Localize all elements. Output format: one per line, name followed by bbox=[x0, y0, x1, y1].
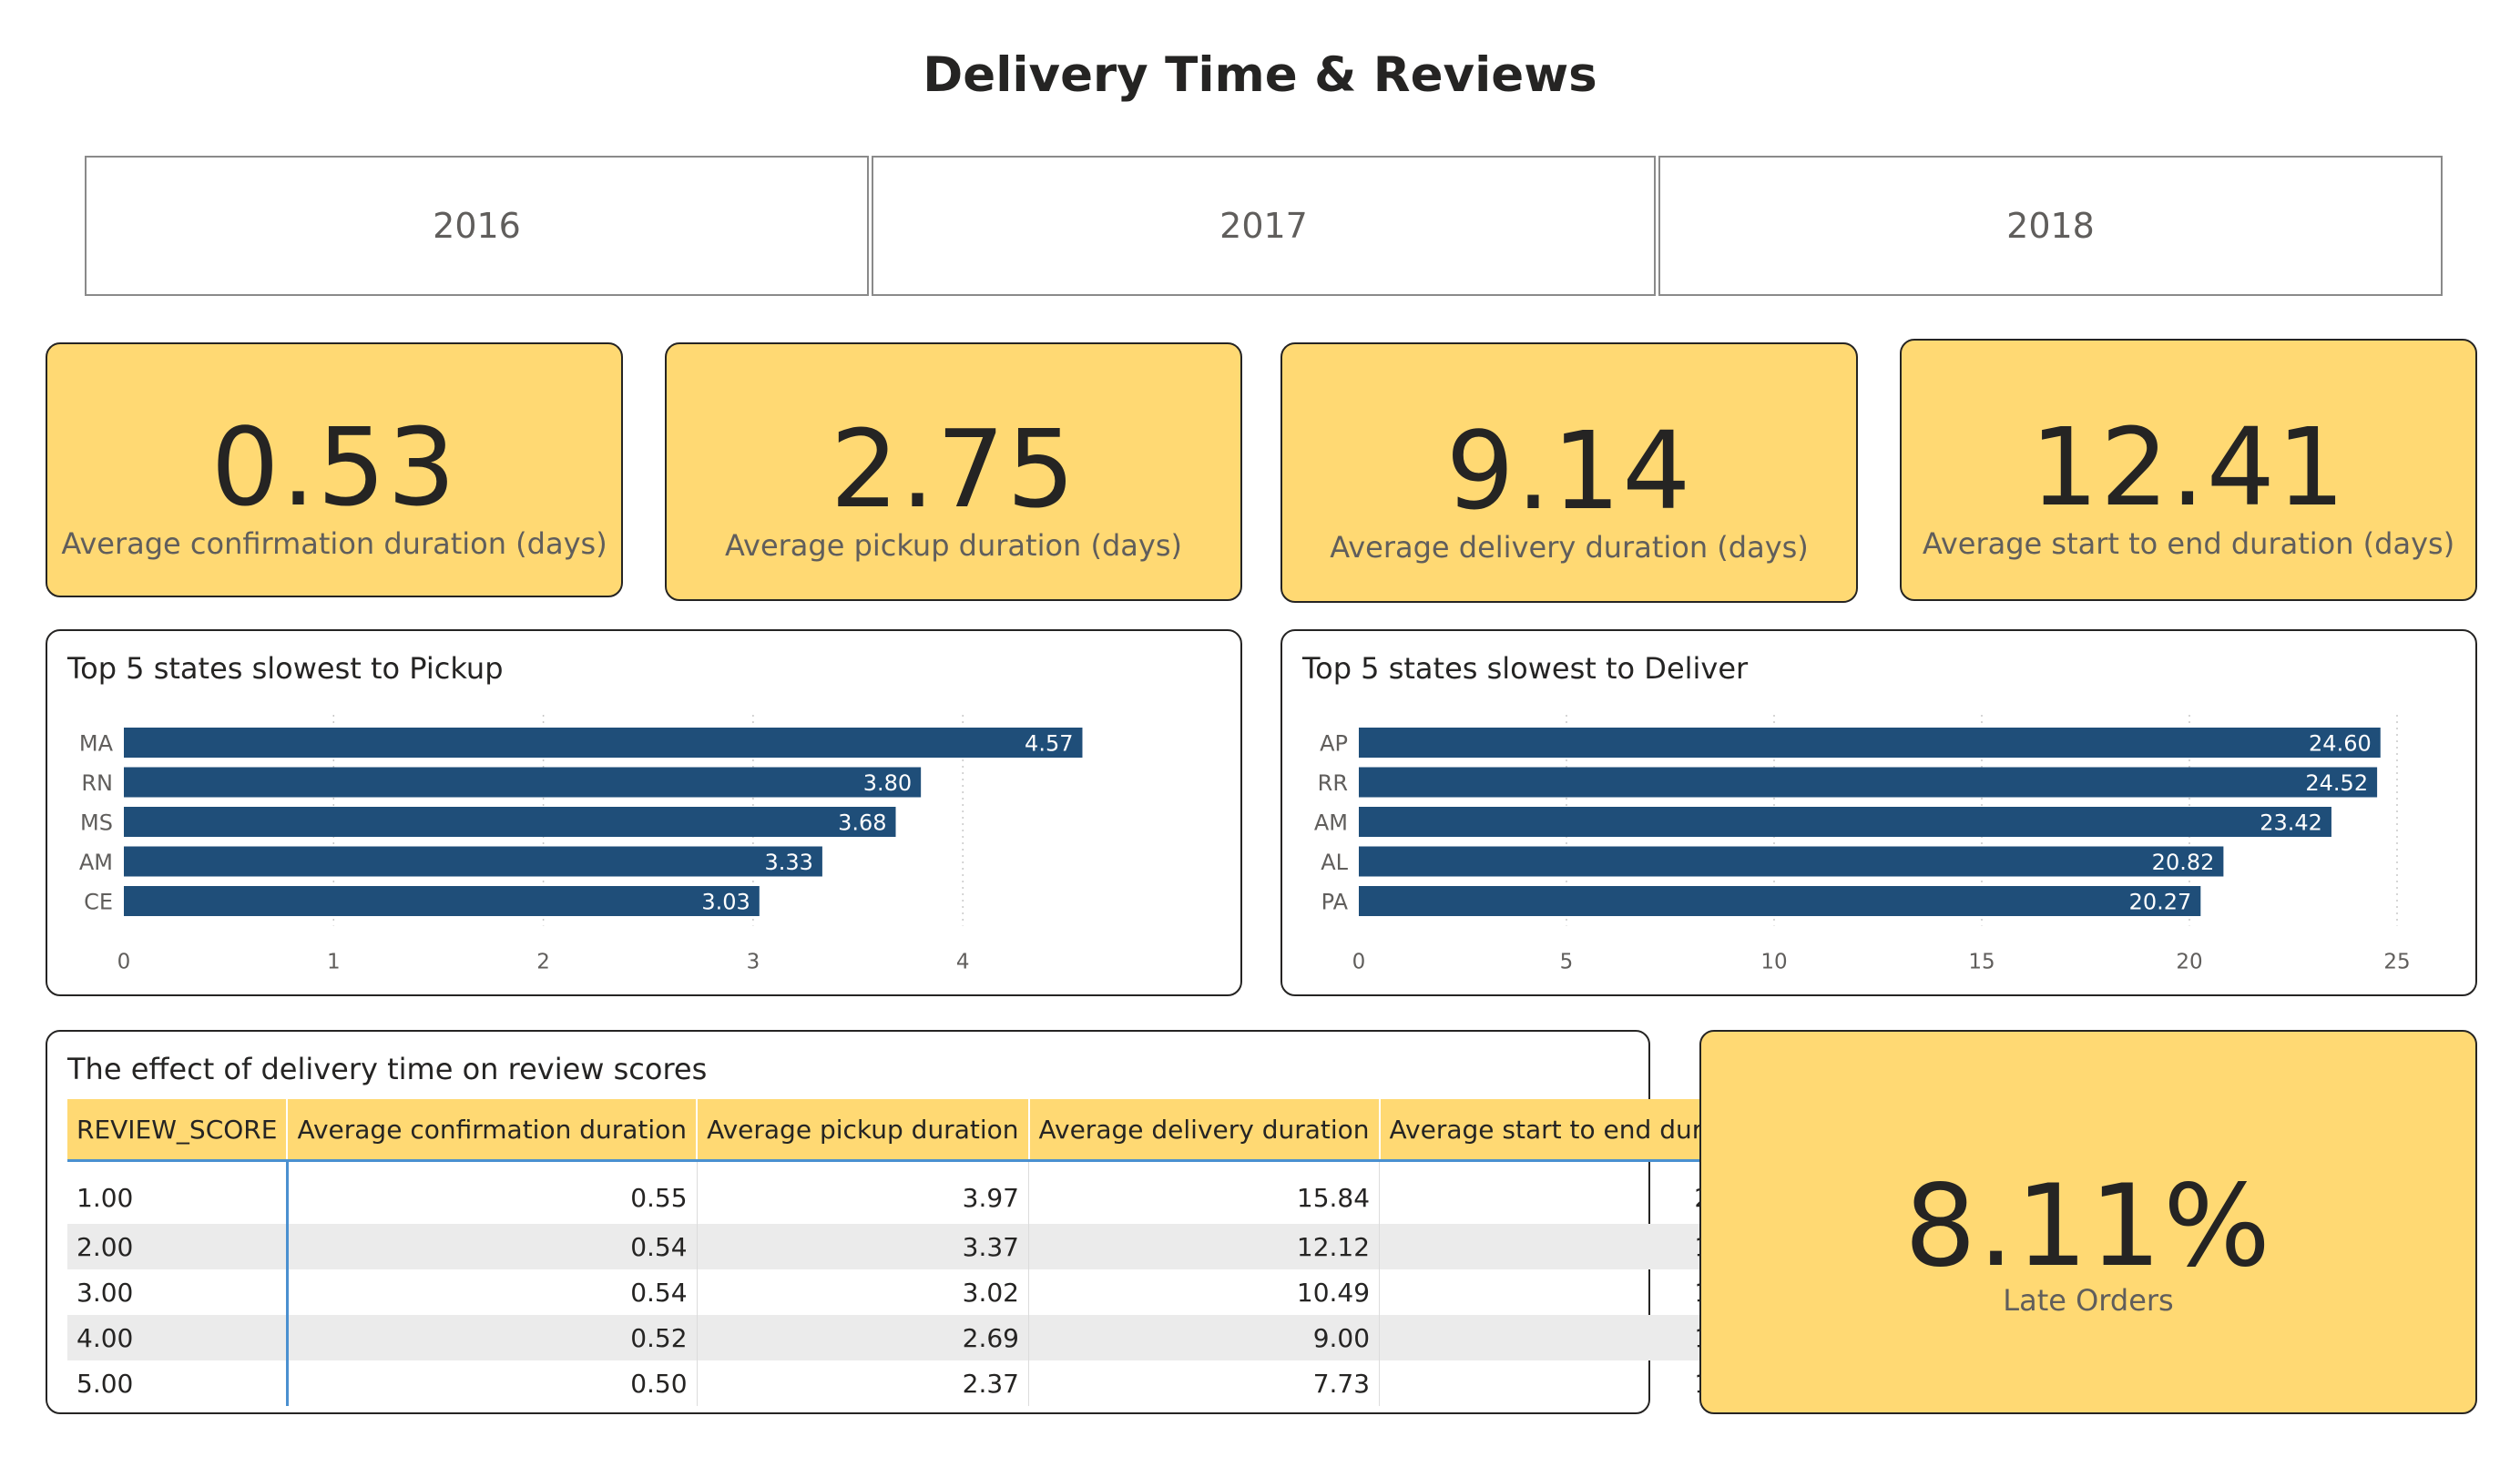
table-cell: 0.50 bbox=[287, 1360, 698, 1406]
column-header[interactable]: Average confirmation duration bbox=[287, 1099, 699, 1162]
category-label: CE bbox=[84, 890, 113, 915]
table-cell: 2.37 bbox=[697, 1360, 1030, 1406]
kpi-label: Average pickup duration (days) bbox=[724, 528, 1182, 563]
table-cell: 3.97 bbox=[697, 1160, 1030, 1224]
data-label: 20.27 bbox=[2129, 890, 2192, 915]
data-label: 23.42 bbox=[2260, 810, 2322, 836]
column-header[interactable]: Average pickup duration bbox=[697, 1099, 1030, 1162]
table-title: The effect of delivery time on review sc… bbox=[67, 1052, 708, 1086]
year-tile-2017[interactable]: 2017 bbox=[872, 156, 1656, 296]
x-tick-label: 15 bbox=[1968, 951, 1995, 974]
kpi-value: 9.14 bbox=[1445, 408, 1693, 534]
column-header[interactable]: Average delivery duration bbox=[1028, 1099, 1381, 1162]
category-label: MS bbox=[80, 810, 113, 836]
kpi-card-pickup: 2.75 Average pickup duration (days) bbox=[665, 342, 1242, 601]
data-label: 3.03 bbox=[701, 890, 750, 915]
x-tick-label: 0 bbox=[1352, 951, 1366, 974]
deliver-bar-chart: AP 24.60 RR 24.52 AM 23.42 AL 20.82 PA 20.27 0 5 10 1… bbox=[1314, 715, 2411, 974]
kpi-value: 0.53 bbox=[210, 404, 458, 530]
review-score-table: REVIEW_SCORE Average confirmation durati… bbox=[67, 1099, 1779, 1406]
x-tick-label: 0 bbox=[117, 951, 131, 974]
kpi-label: Average delivery duration (days) bbox=[1330, 530, 1809, 565]
year-tile-2016[interactable]: 2016 bbox=[85, 156, 869, 296]
table-cell: 0.54 bbox=[287, 1269, 698, 1315]
x-tick-label: 25 bbox=[2383, 951, 2410, 974]
table-cell: 7.73 bbox=[1028, 1360, 1381, 1406]
bar-ms bbox=[124, 807, 896, 837]
data-label: 3.80 bbox=[863, 770, 912, 796]
bar-am bbox=[124, 846, 822, 877]
data-label: 3.68 bbox=[838, 810, 886, 836]
bar-ma bbox=[124, 728, 1083, 758]
table-cell: 2.00 bbox=[67, 1224, 289, 1269]
bar-rr bbox=[1359, 767, 2378, 798]
review-table-panel: The effect of delivery time on review sc… bbox=[46, 1030, 1779, 1414]
table-cell: 12.12 bbox=[1028, 1224, 1381, 1269]
category-label: RR bbox=[1318, 770, 1348, 796]
kpi-value: 2.75 bbox=[830, 406, 1077, 532]
data-label: 20.82 bbox=[2152, 850, 2215, 875]
x-tick-label: 5 bbox=[1560, 951, 1574, 974]
table-cell: 4.00 bbox=[67, 1315, 289, 1360]
kpi-card-confirmation: 0.53 Average confirmation duration (days… bbox=[46, 342, 623, 597]
table-cell: 15.84 bbox=[1028, 1160, 1381, 1224]
kpi-value: 8.11% bbox=[1904, 1161, 2272, 1292]
kpi-card-delivery: 9.14 Average delivery duration (days) bbox=[1280, 342, 1858, 603]
table-cell: 10.49 bbox=[1028, 1269, 1381, 1315]
table-row: 2.00 0.54 3.37 12.12 16.04 bbox=[67, 1224, 1778, 1269]
category-label: MA bbox=[79, 731, 114, 757]
x-tick-label: 3 bbox=[747, 951, 760, 974]
bar-al bbox=[1359, 846, 2224, 877]
pickup-bar-chart: MA 4.57 RN 3.80 MS 3.68 AM 3.33 CE 3.03 0 1 2 3 4 bbox=[79, 715, 1083, 974]
category-label: RN bbox=[81, 770, 113, 796]
table-cell: 1.00 bbox=[67, 1160, 289, 1224]
bar-ce bbox=[124, 886, 760, 916]
category-label: AL bbox=[1321, 850, 1348, 875]
data-label: 3.33 bbox=[764, 850, 812, 875]
bar-pa bbox=[1359, 886, 2201, 916]
category-label: AP bbox=[1320, 731, 1348, 757]
kpi-card-start-to-end: 12.41 Average start to end duration (day… bbox=[1900, 339, 2477, 601]
data-label: 24.52 bbox=[2305, 770, 2368, 796]
kpi-card-late-orders: 8.11% Late Orders bbox=[1699, 1030, 2477, 1414]
table-header-row: REVIEW_SCORE Average confirmation durati… bbox=[67, 1099, 1779, 1162]
x-tick-label: 2 bbox=[536, 951, 550, 974]
table-row: 4.00 0.52 2.69 9.00 12.21 bbox=[67, 1315, 1778, 1360]
category-label: AM bbox=[1314, 810, 1348, 836]
bar-am bbox=[1359, 807, 2331, 837]
deliver-chart-panel: Top 5 states slowest to Deliver AP 24.60 R… bbox=[1280, 629, 2477, 996]
table-cell: 0.55 bbox=[287, 1160, 698, 1224]
pickup-chart-panel: Top 5 states slowest to Pickup MA 4.57 RN 3… bbox=[46, 629, 1242, 996]
kpi-label: Average start to end duration (days) bbox=[1922, 526, 2455, 561]
bar-rn bbox=[124, 767, 922, 798]
table-row: 3.00 0.54 3.02 10.49 14.04 bbox=[67, 1269, 1778, 1315]
data-label: 4.57 bbox=[1025, 731, 1073, 757]
table-row: 5.00 0.50 2.37 7.73 10.60 bbox=[67, 1360, 1778, 1406]
table-cell: 3.37 bbox=[697, 1224, 1030, 1269]
bar-ap bbox=[1359, 728, 2381, 758]
year-tile-2018[interactable]: 2018 bbox=[1658, 156, 2443, 296]
data-label: 24.60 bbox=[2309, 731, 2372, 757]
table-cell: 5.00 bbox=[67, 1360, 289, 1406]
kpi-label: Average confirmation duration (days) bbox=[61, 526, 607, 561]
x-tick-label: 10 bbox=[1760, 951, 1787, 974]
table-cell: 0.52 bbox=[287, 1315, 698, 1360]
x-tick-label: 1 bbox=[327, 951, 341, 974]
table-cell: 3.02 bbox=[697, 1269, 1030, 1315]
x-tick-label: 20 bbox=[2176, 951, 2202, 974]
table-cell: 0.54 bbox=[287, 1224, 698, 1269]
category-label: AM bbox=[79, 850, 113, 875]
table-cell: 9.00 bbox=[1028, 1315, 1381, 1360]
kpi-label: Late Orders bbox=[2003, 1283, 2174, 1318]
table-cell: 2.69 bbox=[697, 1315, 1030, 1360]
table-row: 1.00 0.55 3.97 15.84 20.39 bbox=[67, 1160, 1778, 1224]
column-header[interactable]: REVIEW_SCORE bbox=[67, 1099, 289, 1162]
report-title: Delivery Time & Reviews bbox=[923, 47, 1597, 103]
category-label: PA bbox=[1321, 890, 1349, 915]
x-tick-label: 4 bbox=[956, 951, 970, 974]
table-cell: 3.00 bbox=[67, 1269, 289, 1315]
kpi-value: 12.41 bbox=[2030, 404, 2347, 530]
